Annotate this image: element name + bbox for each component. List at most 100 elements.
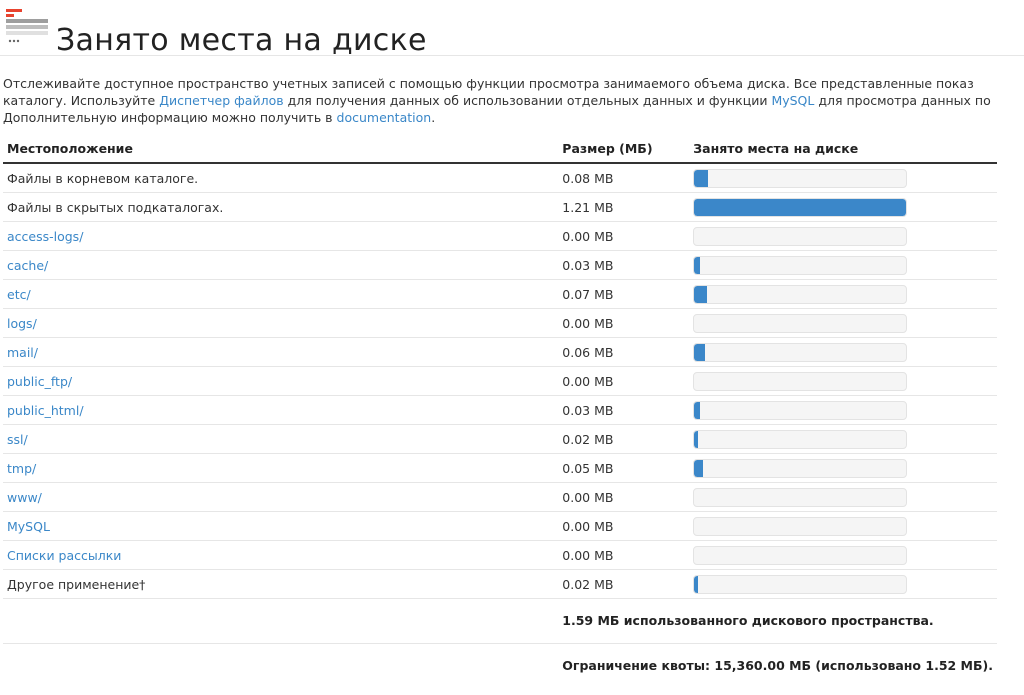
location-cell: logs/ [3, 308, 559, 338]
table-row: logs/0.00 MB [3, 308, 997, 338]
location-link[interactable]: ssl/ [7, 432, 28, 447]
size-cell: 0.00 MB [558, 221, 690, 251]
size-cell: 0.06 MB [558, 337, 690, 367]
location-link[interactable]: access-logs/ [7, 229, 83, 244]
location-cell: MySQL [3, 511, 559, 541]
column-header-size[interactable]: Размер (МБ) [558, 134, 690, 164]
column-header-location[interactable]: Местоположение [3, 134, 559, 164]
usage-cell [689, 453, 997, 483]
location-label: Файлы в корневом каталоге. [7, 170, 199, 186]
location-cell: ssl/ [3, 424, 559, 454]
size-cell: 0.05 MB [558, 453, 690, 483]
location-link[interactable]: tmp/ [7, 461, 36, 476]
location-cell: cache/ [3, 250, 559, 280]
table-row: Списки рассылки 0.00 MB [3, 540, 997, 570]
location-cell: etc/ [3, 279, 559, 309]
location-link[interactable]: public_html/ [7, 403, 84, 418]
description-line-3: Дополнительную информацию можно получить… [3, 110, 436, 125]
location-cell: public_html/ [3, 395, 559, 425]
location-cell: Файлы в корневом каталоге. [3, 163, 559, 193]
usage-bar [693, 458, 908, 478]
usage-bar-fill [694, 285, 707, 303]
usage-bar-fill [694, 575, 699, 593]
location-cell: Файлы в скрытых подкаталогах. [3, 192, 559, 222]
documentation-link[interactable]: documentation [337, 110, 432, 125]
size-cell: 0.03 MB [558, 395, 690, 425]
usage-bar [693, 545, 908, 565]
location-label: Файлы в скрытых подкаталогах. [7, 199, 224, 215]
description-line-2: каталогу. Используйте Диспетчер файлов д… [3, 93, 991, 108]
size-cell: 0.08 MB [558, 163, 690, 193]
location-cell: Списки рассылки [3, 540, 559, 570]
usage-cell [689, 366, 997, 396]
location-label: Другое применение† [7, 576, 146, 592]
usage-cell [689, 250, 997, 280]
location-cell: Другое применение† [3, 569, 559, 599]
location-cell: www/ [3, 482, 559, 512]
usage-bar-fill [694, 343, 705, 361]
summary-quota: Ограничение квоты: 15,360.00 МБ (использ… [562, 658, 993, 673]
usage-cell [689, 395, 997, 425]
table-row: www/0.00 MB [3, 482, 997, 512]
size-cell: 0.03 MB [558, 250, 690, 280]
disk-usage-table: Местоположение Размер (МБ) Занято места … [3, 134, 997, 688]
location-link[interactable]: etc/ [7, 287, 31, 302]
usage-bar [693, 255, 908, 275]
table-row: MySQL 0.00 MB [3, 511, 997, 541]
usage-bar-fill [694, 401, 700, 419]
location-link[interactable]: cache/ [7, 258, 48, 273]
usage-bar [693, 284, 908, 304]
usage-bar-fill [694, 430, 699, 448]
location-cell: mail/ [3, 337, 559, 367]
size-cell: 0.02 MB [558, 569, 690, 599]
usage-bar [693, 429, 908, 449]
usage-bar [693, 342, 908, 362]
usage-cell [689, 221, 997, 251]
summary-quota-row: Ограничение квоты: 15,360.00 МБ (использ… [3, 644, 997, 689]
usage-cell [689, 540, 997, 570]
page-description: Отслеживайте доступное пространство учет… [3, 75, 1021, 126]
table-row: access-logs/0.00 MB [3, 221, 997, 251]
usage-bar-fill [694, 256, 700, 274]
location-cell: tmp/ [3, 453, 559, 483]
usage-bar [693, 400, 908, 420]
usage-cell [689, 337, 997, 367]
file-manager-link[interactable]: Диспетчер файлов [159, 93, 283, 108]
page-title: Занято места на диске [56, 23, 427, 59]
usage-cell [689, 424, 997, 454]
mysql-link[interactable]: MySQL [771, 93, 814, 108]
size-cell: 0.00 MB [558, 308, 690, 338]
location-link[interactable]: Списки рассылки [7, 548, 121, 563]
location-link[interactable]: mail/ [7, 345, 38, 360]
table-row: etc/0.07 MB [3, 279, 997, 309]
table-row: public_html/0.03 MB [3, 395, 997, 425]
page-header: Занято места на диске [0, 0, 1024, 59]
column-header-usage[interactable]: Занято места на диске [689, 134, 997, 164]
usage-cell [689, 308, 997, 338]
usage-cell [689, 569, 997, 599]
location-link[interactable]: MySQL [7, 519, 50, 534]
location-link[interactable]: www/ [7, 490, 42, 505]
summary-used-row: 1.59 МБ использованного дискового простр… [3, 598, 997, 644]
usage-bar [693, 516, 908, 536]
usage-bar [693, 226, 908, 246]
table-row: Файлы в корневом каталоге. 0.08 MB [3, 163, 997, 193]
size-cell: 0.00 MB [558, 511, 690, 541]
table-row: mail/0.06 MB [3, 337, 997, 367]
usage-bar [693, 574, 908, 594]
table-row: tmp/0.05 MB [3, 453, 997, 483]
usage-bar [693, 197, 908, 217]
usage-cell [689, 279, 997, 309]
size-cell: 0.02 MB [558, 424, 690, 454]
usage-bar [693, 313, 908, 333]
usage-bar [693, 168, 908, 188]
table-row: Файлы в скрытых подкаталогах. 1.21 MB [3, 192, 997, 222]
location-link[interactable]: logs/ [7, 316, 37, 331]
location-link[interactable]: public_ftp/ [7, 374, 72, 389]
usage-bar-fill [694, 198, 907, 216]
location-cell: public_ftp/ [3, 366, 559, 396]
table-row: Другое применение† 0.02 MB [3, 569, 997, 599]
description-line-1: Отслеживайте доступное пространство учет… [3, 76, 974, 91]
usage-bar-fill [694, 459, 703, 477]
usage-cell [689, 192, 997, 222]
